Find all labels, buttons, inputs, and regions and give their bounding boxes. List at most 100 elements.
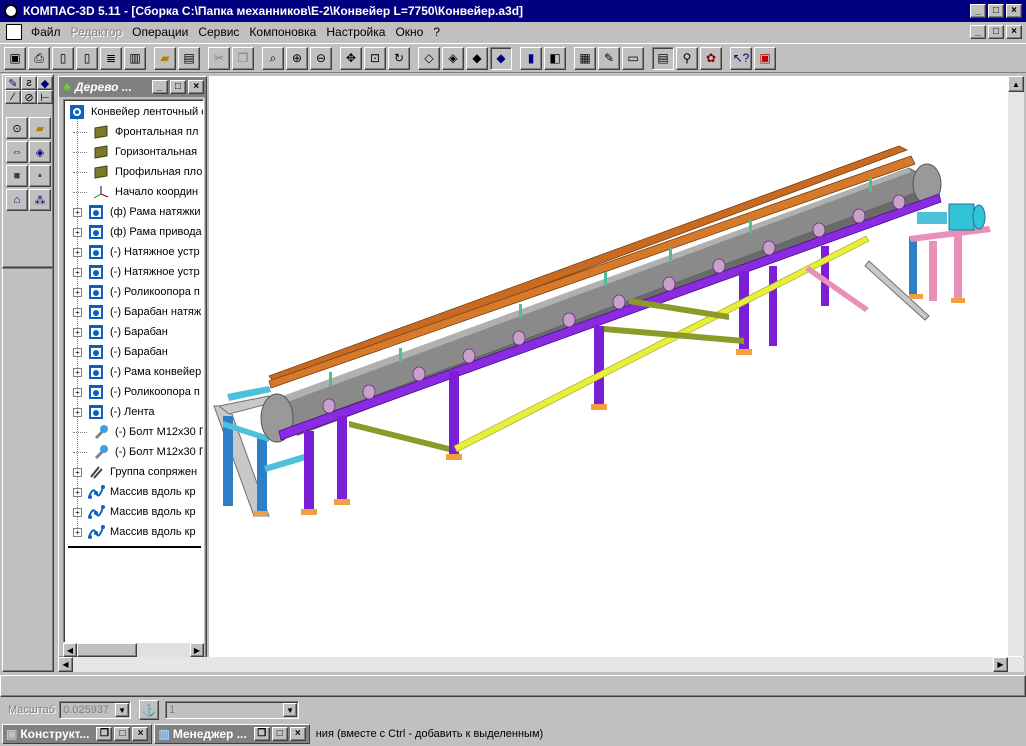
menu-layout[interactable]: Компоновка: [244, 25, 321, 39]
new-sheet-icon[interactable]: ▯: [76, 46, 98, 70]
menu-help[interactable]: ?: [428, 25, 445, 39]
zoom-window-icon[interactable]: ⌕: [262, 46, 284, 70]
tree-item[interactable]: + Массив вдоль кр: [64, 522, 203, 542]
sketch-icon[interactable]: ƨ: [21, 76, 37, 90]
maximize-button[interactable]: □: [271, 727, 288, 741]
tree-item[interactable]: + (-) Рама конвейер: [64, 362, 203, 382]
add-component-icon[interactable]: ⊙: [6, 117, 28, 139]
measure-icon[interactable]: ▦: [574, 46, 596, 70]
minimize-button[interactable]: _: [970, 4, 986, 18]
document-system-icon[interactable]: [6, 24, 22, 40]
expand-plus-icon[interactable]: +: [73, 527, 82, 537]
close-button[interactable]: ×: [289, 727, 306, 741]
tree-minimize-button[interactable]: _: [152, 80, 168, 94]
rotate-icon[interactable]: ↻: [388, 46, 410, 70]
copy-icon[interactable]: ❐: [232, 46, 254, 70]
mate-coincident-icon[interactable]: ■: [6, 165, 28, 187]
doc-restore-button[interactable]: □: [988, 25, 1004, 39]
rotate-component-icon[interactable]: ◈: [29, 141, 51, 163]
close-button[interactable]: ×: [1006, 4, 1022, 18]
maximize-button[interactable]: □: [988, 4, 1004, 18]
zoom-in-icon[interactable]: ⊕: [286, 46, 308, 70]
window-title-bar[interactable]: КОМПАС-3D 5.11 - [Сборка C:\Папка механн…: [0, 0, 1026, 22]
calc-mass-icon[interactable]: ⚲: [676, 46, 698, 70]
open-component-icon[interactable]: ▰: [29, 117, 51, 139]
close-button[interactable]: ×: [132, 727, 149, 741]
tree-item[interactable]: + (-) Натяжное устр: [64, 242, 203, 262]
expand-plus-icon[interactable]: +: [73, 307, 82, 317]
chevron-down-icon[interactable]: ▼: [283, 703, 298, 717]
shaded-icon[interactable]: ◆: [490, 46, 512, 70]
save-icon[interactable]: ▤: [178, 46, 200, 70]
print-icon[interactable]: ⎙: [28, 46, 50, 70]
restore-button[interactable]: ❐: [96, 727, 113, 741]
expand-plus-icon[interactable]: +: [73, 207, 82, 217]
tree-item[interactable]: + (ф) Рама привода: [64, 222, 203, 242]
properties-icon[interactable]: ✎: [598, 46, 620, 70]
tree-item[interactable]: Начало координ: [64, 182, 203, 202]
tree-item[interactable]: + Группа сопряжен: [64, 462, 203, 482]
expand-plus-icon[interactable]: +: [73, 487, 82, 497]
tree-item[interactable]: + (-) Роликоопора п: [64, 382, 203, 402]
expand-plus-icon[interactable]: +: [73, 467, 82, 477]
tree-horizontal-scrollbar[interactable]: ◀ ▶: [63, 643, 204, 657]
scroll-up-icon[interactable]: ▲: [1008, 76, 1024, 92]
exit-icon[interactable]: ▣: [754, 46, 776, 70]
model-viewport[interactable]: [209, 76, 1023, 660]
move-component-icon[interactable]: ⇔: [6, 141, 28, 163]
print-preview-icon[interactable]: ▣: [4, 46, 26, 70]
zoom-out-icon[interactable]: ⊖: [310, 46, 332, 70]
section-icon[interactable]: ◧: [544, 46, 566, 70]
viewport-horizontal-scrollbar[interactable]: ◀ ▶: [58, 657, 1024, 672]
task-constructor[interactable]: ▣ Конструкт... ❐ □ ×: [2, 724, 153, 744]
hscroll-right-icon[interactable]: ▶: [993, 657, 1008, 672]
expand-plus-icon[interactable]: +: [73, 247, 82, 257]
tree-item[interactable]: Фронтальная пл: [64, 122, 203, 142]
tree-item[interactable]: + (-) Барабан натяж: [64, 302, 203, 322]
restore-button[interactable]: ❐: [253, 727, 270, 741]
tree-close-button[interactable]: ×: [188, 80, 204, 94]
hidden-lines-icon[interactable]: ◈: [442, 46, 464, 70]
new-text-icon[interactable]: ≣: [100, 46, 122, 70]
mate-parallel-icon[interactable]: ▪: [29, 165, 51, 187]
menu-settings[interactable]: Настройка: [321, 25, 390, 39]
expand-plus-icon[interactable]: +: [73, 227, 82, 237]
tree-item[interactable]: + (-) Барабан: [64, 322, 203, 342]
hidden-removed-icon[interactable]: ◆: [466, 46, 488, 70]
constraint-icon[interactable]: ⊢: [37, 90, 53, 104]
pan-icon[interactable]: ✥: [340, 46, 362, 70]
tree-item[interactable]: Профильная пло: [64, 162, 203, 182]
expand-plus-icon[interactable]: +: [73, 267, 82, 277]
layer-icon[interactable]: ⚓: [139, 700, 160, 720]
expand-plus-icon[interactable]: +: [73, 327, 82, 337]
pattern-icon[interactable]: ⁂: [29, 189, 51, 211]
assembly-array-icon[interactable]: ⌂: [6, 189, 28, 211]
tree-maximize-button[interactable]: □: [170, 80, 186, 94]
help-cursor-icon[interactable]: ↖?: [730, 46, 752, 70]
tree-item[interactable]: Горизонтальная: [64, 142, 203, 162]
menu-operations[interactable]: Операции: [127, 25, 193, 39]
edit-part-icon[interactable]: ✎: [5, 76, 21, 90]
scale-combo[interactable]: 0.025937 ▼: [59, 701, 132, 719]
tree-item[interactable]: + (-) Натяжное устр: [64, 262, 203, 282]
operation-icon[interactable]: ◆: [37, 76, 53, 90]
tree-item[interactable]: + (-) Барабан: [64, 342, 203, 362]
maximize-button[interactable]: □: [114, 727, 131, 741]
cut-icon[interactable]: ✂: [208, 46, 230, 70]
expand-plus-icon[interactable]: +: [73, 407, 82, 417]
menu-editor[interactable]: Редактор: [66, 25, 128, 39]
expand-plus-icon[interactable]: +: [73, 347, 82, 357]
menu-file[interactable]: Файл: [26, 25, 66, 39]
tree-item[interactable]: (-) Болт М12х30 ГС: [64, 442, 203, 462]
tree-item[interactable]: + (-) Роликоопора п: [64, 282, 203, 302]
perspective-icon[interactable]: ▮: [520, 46, 542, 70]
tree-item[interactable]: + (-) Лента: [64, 402, 203, 422]
kompas-app-icon[interactable]: [4, 4, 18, 18]
doc-close-button[interactable]: ×: [1006, 25, 1022, 39]
expand-plus-icon[interactable]: +: [73, 287, 82, 297]
tree-toggle-icon[interactable]: ▤: [652, 46, 674, 70]
viewport-vertical-scrollbar[interactable]: ▲ ▼: [1008, 76, 1024, 672]
library-icon[interactable]: ✿: [700, 46, 722, 70]
open-icon[interactable]: ▰: [154, 46, 176, 70]
curve-icon[interactable]: ⁄: [5, 90, 21, 104]
